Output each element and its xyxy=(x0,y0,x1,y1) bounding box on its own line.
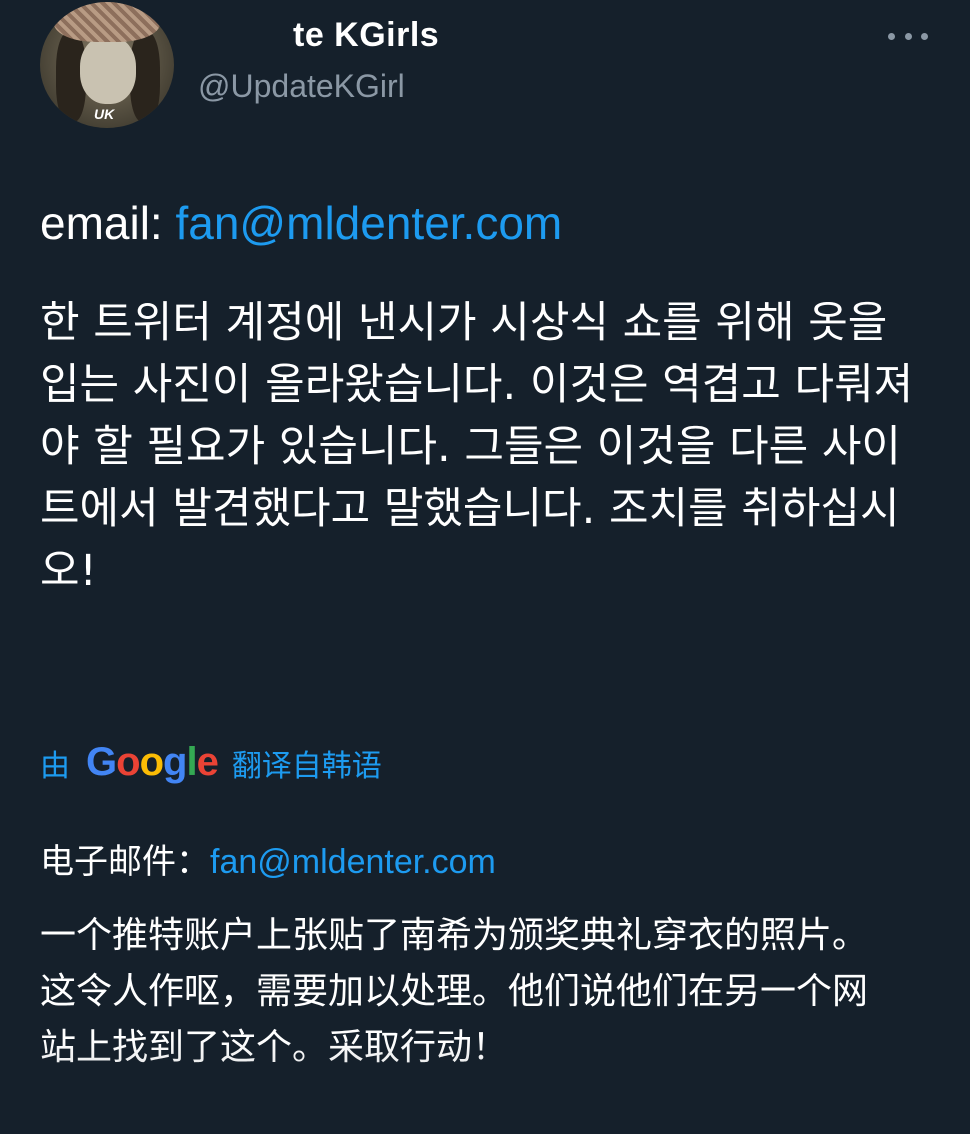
google-logo: Google xyxy=(86,740,219,785)
tweet-body-korean: 한 트위터 계정에 낸시가 시상식 쇼를 위해 옷을 입는 사진이 올라왔습니다… xyxy=(40,298,914,596)
google-logo-letter: g xyxy=(163,740,187,784)
avatar[interactable]: UK xyxy=(40,2,174,128)
translated-email-label: 电子邮件： xyxy=(40,842,210,882)
avatar-hat xyxy=(54,2,160,42)
google-logo-letter: o xyxy=(139,740,164,784)
user-handle[interactable]: @UpdateKGirl xyxy=(198,68,405,105)
translated-prefix: 由 xyxy=(40,748,70,784)
email-label: email: xyxy=(40,197,176,249)
google-logo-letter: e xyxy=(196,740,219,784)
google-logo-letter: G xyxy=(86,740,117,784)
avatar-face xyxy=(80,36,136,104)
email-link[interactable]: fan@mldenter.com xyxy=(175,197,562,249)
tweet-email-line: email: fan@mldenter.com xyxy=(40,196,562,250)
translated-suffix: 翻译自韩语 xyxy=(231,748,382,784)
more-options-button[interactable] xyxy=(888,26,928,46)
avatar-watermark: UK xyxy=(94,106,115,122)
tweet-body-chinese: 一个推特账户上张贴了南希为颁奖典礼穿衣的照片。这令人作呕，需要加以处理。他们说他… xyxy=(40,915,869,1068)
translated-email-line: 电子邮件：fan@mldenter.com xyxy=(40,834,496,883)
more-horizontal-icon xyxy=(888,32,895,40)
display-name[interactable]: te KGirls xyxy=(293,16,439,55)
google-logo-letter: l xyxy=(186,740,197,784)
translated-email-link[interactable]: fan@mldenter.com xyxy=(210,843,496,881)
more-horizontal-icon xyxy=(904,32,912,40)
translated-by-google-link[interactable]: 由 Google 翻译自韩语 xyxy=(40,740,382,785)
google-logo-letter: o xyxy=(116,740,140,784)
more-horizontal-icon xyxy=(921,32,928,40)
